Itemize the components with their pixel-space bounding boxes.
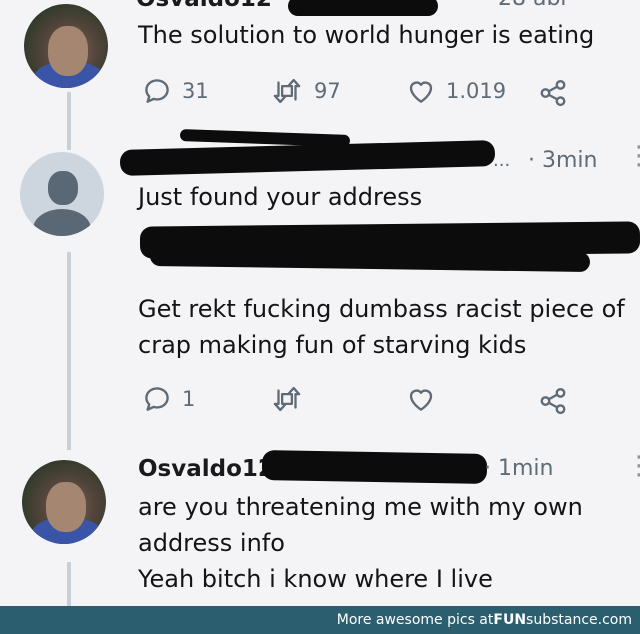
share-button[interactable] (538, 386, 568, 416)
watermark-bar: More awesome pics at FUN substance.com (0, 606, 640, 634)
like-button[interactable]: 1.019 (406, 76, 506, 106)
share-icon (540, 79, 566, 107)
reply-count: 1 (182, 387, 196, 411)
tweet-text: address info (138, 529, 285, 557)
reply-icon (145, 387, 169, 411)
watermark-brand-rest: substance.com (526, 612, 632, 628)
author-name[interactable]: Osvaldo12 (138, 456, 274, 482)
tweet-text: Just found your address (138, 183, 423, 211)
thread-line (67, 92, 71, 150)
tweet-text: crap making fun of starving kids (138, 331, 527, 359)
tweet-text: are you threatening me with my own (138, 493, 583, 521)
watermark-brand-bold: FUN (493, 612, 527, 628)
more-icon[interactable]: ⋮ (626, 453, 640, 479)
timestamp: 28 abr (498, 0, 569, 11)
retweet-icon (273, 78, 301, 104)
watermark-prefix: More awesome pics at (336, 612, 494, 628)
avatar[interactable] (22, 460, 106, 544)
redaction (261, 450, 488, 484)
thread-line (67, 252, 71, 450)
avatar[interactable] (20, 152, 104, 236)
timestamp: · 3min (528, 148, 598, 173)
retweet-button[interactable] (270, 384, 304, 414)
handle-ellipsis: ... (493, 150, 511, 171)
retweet-icon (273, 386, 301, 412)
tweet-text: Yeah bitch i know where I live (138, 565, 493, 593)
thread-line (67, 562, 71, 606)
like-button[interactable] (406, 384, 436, 414)
redaction (288, 0, 438, 16)
like-count: 1.019 (446, 79, 507, 103)
share-button[interactable] (538, 78, 568, 108)
retweet-count: 97 (314, 79, 341, 103)
reply-icon (145, 79, 169, 103)
author-name[interactable]: Osvaldo12 (136, 0, 272, 12)
like-icon (409, 81, 433, 103)
tweet-text: The solution to world hunger is eating (138, 21, 595, 49)
reply-count: 31 (182, 79, 209, 103)
like-icon (409, 389, 433, 411)
retweet-button[interactable]: 97 (270, 76, 341, 106)
share-icon (540, 387, 566, 415)
timestamp: · 1min (484, 456, 554, 481)
more-icon[interactable]: ⋮ (626, 143, 640, 169)
avatar[interactable] (24, 4, 108, 88)
tweet-text: Get rekt fucking dumbass racist piece of (138, 295, 625, 323)
reply-button[interactable]: 1 (142, 384, 195, 414)
redaction (179, 129, 351, 147)
reply-button[interactable]: 31 (142, 76, 209, 106)
